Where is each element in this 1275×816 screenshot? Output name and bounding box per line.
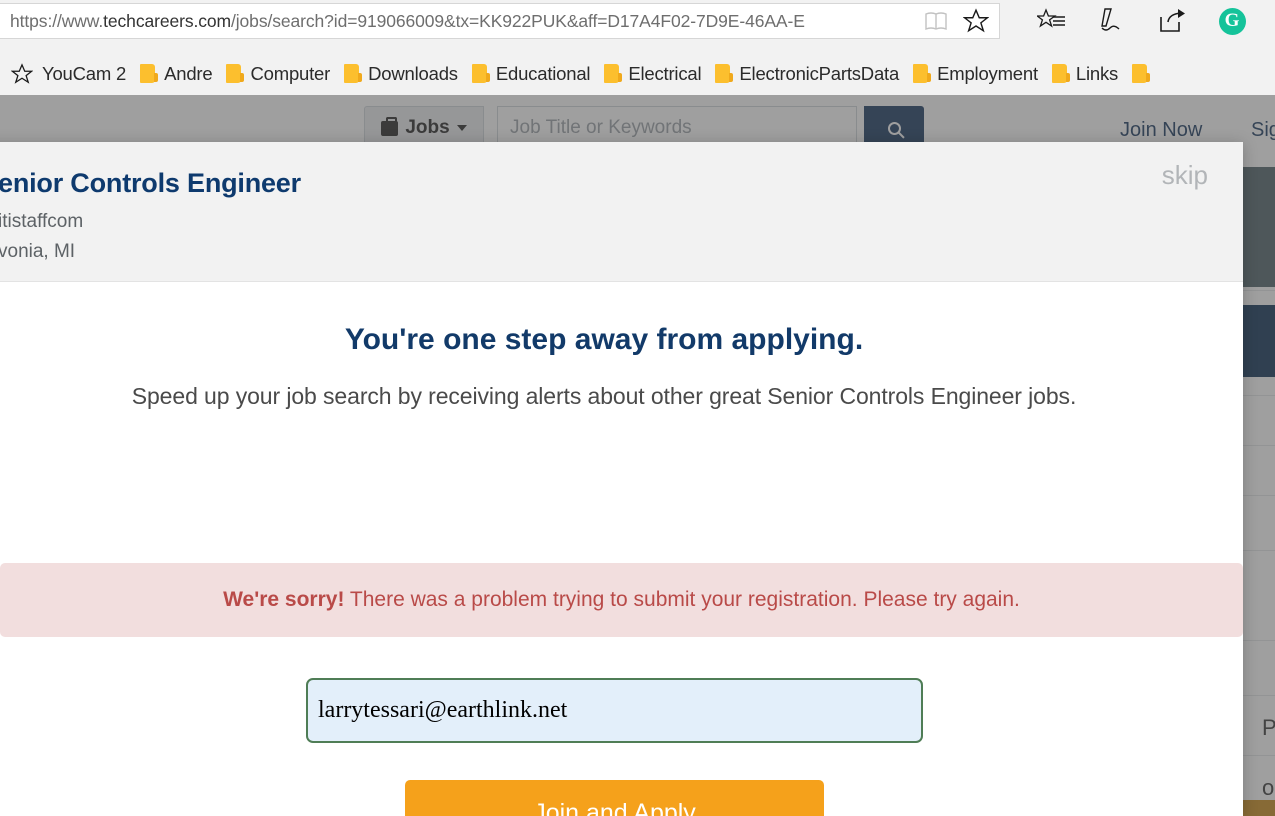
bookmark-item-downloads[interactable]: Downloads: [337, 52, 465, 95]
join-now-link[interactable]: Join Now: [1120, 119, 1202, 142]
star-icon[interactable]: [953, 3, 999, 39]
join-and-apply-button[interactable]: Join and Apply: [405, 780, 824, 816]
bookmark-label: Employment: [937, 62, 1038, 84]
favorites-list-icon[interactable]: [1022, 0, 1082, 42]
folder-icon: [226, 64, 245, 83]
background-text-fragment: o: [1262, 775, 1275, 800]
bookmark-label: Downloads: [368, 62, 458, 84]
error-alert-text: We're sorry! There was a problem trying …: [223, 588, 1020, 612]
email-input[interactable]: [306, 678, 923, 743]
bookmarks-bar: YouCam 2 Andre Computer Downloads Educat…: [0, 52, 1275, 95]
error-alert-strong: We're sorry!: [223, 588, 345, 611]
bookmark-item-educational[interactable]: Educational: [465, 52, 597, 95]
browser-toolbar-icons: G: [1022, 0, 1275, 42]
folder-icon: [140, 64, 159, 83]
bookmark-item-electronicpartsdata[interactable]: ElectronicPartsData: [708, 52, 906, 95]
bookmark-label: Computer: [250, 62, 331, 84]
bookmark-label: Andre: [164, 62, 213, 84]
bookmark-item-employment[interactable]: Employment: [906, 52, 1045, 95]
folder-icon: [471, 64, 490, 83]
url-suffix: /jobs/search?id=919066009&tx=KK922PUK&af…: [231, 10, 805, 31]
registration-modal: enior Controls Engineer itistaffcom voni…: [0, 142, 1243, 816]
modal-header: enior Controls Engineer itistaffcom voni…: [0, 142, 1243, 282]
folder-icon: [913, 64, 932, 83]
grammarly-icon[interactable]: G: [1202, 0, 1262, 42]
browser-chrome: https://www.techcareers.com/jobs/search?…: [0, 0, 1275, 95]
bookmark-label: Educational: [495, 62, 591, 84]
folder-icon: [715, 64, 734, 83]
notes-pen-icon[interactable]: [1082, 0, 1142, 42]
reading-view-icon[interactable]: [919, 3, 953, 39]
background-text-fragment: P: [1262, 715, 1275, 740]
error-alert: We're sorry! There was a problem trying …: [0, 563, 1243, 637]
bookmark-item-overflow[interactable]: [1125, 52, 1154, 95]
bookmark-label: ElectronicPartsData: [739, 62, 900, 84]
modal-headline: You're one step away from applying.: [344, 323, 864, 356]
bookmark-label: YouCam 2: [42, 62, 127, 84]
address-bar-row: https://www.techcareers.com/jobs/search?…: [0, 0, 1275, 42]
sign-in-link[interactable]: Sig: [1251, 119, 1275, 142]
url-host: techcareers.com: [103, 10, 231, 31]
folder-icon: [344, 64, 363, 83]
modal-body: You're one step away from applying. Spee…: [0, 283, 1243, 816]
star-icon: [11, 62, 33, 84]
address-bar[interactable]: https://www.techcareers.com/jobs/search?…: [0, 3, 1000, 39]
error-alert-rest: There was a problem trying to submit you…: [344, 588, 1020, 611]
skip-link[interactable]: skip: [1162, 160, 1208, 191]
folder-icon: [1132, 64, 1151, 83]
bookmark-item-computer[interactable]: Computer: [219, 52, 337, 95]
share-icon[interactable]: [1142, 0, 1202, 42]
modal-subheadline: Speed up your job search by receiving al…: [131, 383, 1077, 409]
job-title: enior Controls Engineer: [0, 168, 301, 198]
url-prefix: https://www.: [10, 10, 104, 31]
briefcase-icon: [381, 116, 399, 136]
folder-icon: [1051, 64, 1070, 83]
jobs-dropdown-label: Jobs: [405, 117, 450, 138]
bookmark-item-links[interactable]: Links: [1045, 52, 1125, 95]
search-icon: [887, 121, 901, 135]
bookmark-item-andre[interactable]: Andre: [133, 52, 219, 95]
bookmark-item-youcam-2[interactable]: YouCam 2: [4, 52, 133, 95]
bookmark-label: Links: [1075, 62, 1119, 84]
job-location: vonia, MI: [0, 241, 76, 262]
chevron-down-icon: [456, 125, 467, 131]
folder-icon: [604, 64, 623, 83]
bookmark-item-electrical[interactable]: Electrical: [597, 52, 708, 95]
url-text[interactable]: https://www.techcareers.com/jobs/search?…: [0, 11, 919, 32]
bookmark-label: Electrical: [628, 62, 702, 84]
job-company: itistaffcom: [0, 211, 84, 232]
grammarly-badge-label: G: [1218, 7, 1246, 35]
